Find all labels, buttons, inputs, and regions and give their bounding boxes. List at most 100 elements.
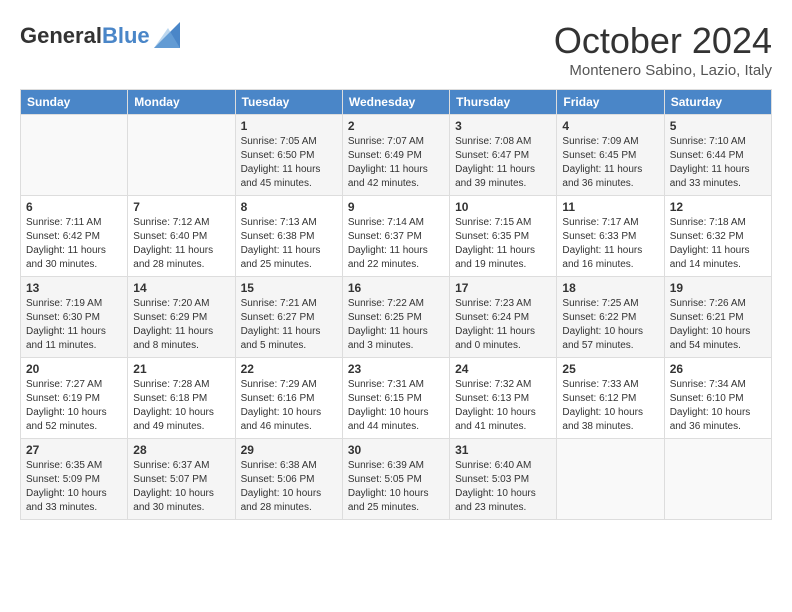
day-number: 14 — [133, 281, 229, 295]
table-row — [557, 439, 664, 520]
day-number: 25 — [562, 362, 658, 376]
table-row: 4 Sunrise: 7:09 AM Sunset: 6:45 PM Daylig… — [557, 115, 664, 196]
calendar-header-row: Sunday Monday Tuesday Wednesday Thursday… — [21, 90, 772, 115]
calendar-table: Sunday Monday Tuesday Wednesday Thursday… — [20, 89, 772, 520]
table-row: 29Sunrise: 6:38 AM Sunset: 5:06 PM Dayli… — [235, 439, 342, 520]
table-row: 8 Sunrise: 7:13 AM Sunset: 6:38 PM Daylig… — [235, 196, 342, 277]
day-number: 19 — [670, 281, 766, 295]
table-row: 15 Sunrise: 7:21 AM Sunset: 6:27 PM Dayli… — [235, 277, 342, 358]
page-header: GeneralBlue October 2024 Montenero Sabin… — [20, 20, 772, 79]
day-info: Sunrise: 7:29 AM Sunset: 6:16 PM Dayligh… — [241, 378, 337, 434]
day-info: Sunrise: 7:11 AM Sunset: 6:42 PM Dayligh… — [26, 216, 122, 272]
day-info: Sunrise: 7:31 AM Sunset: 6:15 PM Dayligh… — [348, 378, 444, 434]
day-number: 30 — [348, 443, 444, 457]
day-number: 1 — [241, 119, 337, 133]
title-block: October 2024 Montenero Sabino, Lazio, It… — [554, 20, 772, 79]
day-info: Sunrise: 7:15 AM Sunset: 6:35 PM Dayligh… — [455, 216, 551, 272]
table-row: 20 Sunrise: 7:27 AM Sunset: 6:19 PM Dayli… — [21, 358, 128, 439]
day-info: Sunrise: 7:05 AM Sunset: 6:50 PM Dayligh… — [241, 135, 337, 191]
table-row: 16Sunrise: 7:22 AM Sunset: 6:25 PM Dayli… — [342, 277, 449, 358]
day-number: 18 — [562, 281, 658, 295]
day-number: 28 — [133, 443, 229, 457]
day-info: Sunrise: 7:32 AM Sunset: 6:13 PM Dayligh… — [455, 378, 551, 434]
table-row: 9 Sunrise: 7:14 AM Sunset: 6:37 PM Daylig… — [342, 196, 449, 277]
month-title: October 2024 — [554, 20, 772, 62]
day-info: Sunrise: 7:17 AM Sunset: 6:33 PM Dayligh… — [562, 216, 658, 272]
table-row: 13 Sunrise: 7:19 AM Sunset: 6:30 PM Dayli… — [21, 277, 128, 358]
table-row: 28 Sunrise: 6:37 AM Sunset: 5:07 PM Dayli… — [128, 439, 235, 520]
day-info: Sunrise: 7:25 AM Sunset: 6:22 PM Dayligh… — [562, 297, 658, 353]
day-info: Sunrise: 7:27 AM Sunset: 6:19 PM Dayligh… — [26, 378, 122, 434]
day-number: 6 — [26, 200, 122, 214]
day-info: Sunrise: 7:10 AM Sunset: 6:44 PM Dayligh… — [670, 135, 766, 191]
logo-text: GeneralBlue — [20, 24, 150, 48]
table-row — [664, 439, 771, 520]
week-row-2: 6 Sunrise: 7:11 AM Sunset: 6:42 PM Daylig… — [21, 196, 772, 277]
day-number: 20 — [26, 362, 122, 376]
day-number: 9 — [348, 200, 444, 214]
table-row: 3Sunrise: 7:08 AM Sunset: 6:47 PM Daylig… — [450, 115, 557, 196]
table-row: 2 Sunrise: 7:07 AM Sunset: 6:49 PM Daylig… — [342, 115, 449, 196]
day-number: 3 — [455, 119, 551, 133]
week-row-3: 13 Sunrise: 7:19 AM Sunset: 6:30 PM Dayli… — [21, 277, 772, 358]
day-number: 5 — [670, 119, 766, 133]
week-row-1: 1 Sunrise: 7:05 AM Sunset: 6:50 PM Daylig… — [21, 115, 772, 196]
day-number: 22 — [241, 362, 337, 376]
day-info: Sunrise: 7:33 AM Sunset: 6:12 PM Dayligh… — [562, 378, 658, 434]
table-row: 23 Sunrise: 7:31 AM Sunset: 6:15 PM Dayli… — [342, 358, 449, 439]
day-info: Sunrise: 7:34 AM Sunset: 6:10 PM Dayligh… — [670, 378, 766, 434]
day-info: Sunrise: 7:12 AM Sunset: 6:40 PM Dayligh… — [133, 216, 229, 272]
day-info: Sunrise: 7:13 AM Sunset: 6:38 PM Dayligh… — [241, 216, 337, 272]
day-info: Sunrise: 7:14 AM Sunset: 6:37 PM Dayligh… — [348, 216, 444, 272]
day-number: 31 — [455, 443, 551, 457]
day-number: 24 — [455, 362, 551, 376]
table-row: 7Sunrise: 7:12 AM Sunset: 6:40 PM Daylig… — [128, 196, 235, 277]
day-info: Sunrise: 7:18 AM Sunset: 6:32 PM Dayligh… — [670, 216, 766, 272]
day-number: 27 — [26, 443, 122, 457]
week-row-4: 20 Sunrise: 7:27 AM Sunset: 6:19 PM Dayli… — [21, 358, 772, 439]
day-number: 2 — [348, 119, 444, 133]
day-number: 4 — [562, 119, 658, 133]
header-sunday: Sunday — [21, 90, 128, 115]
header-saturday: Saturday — [664, 90, 771, 115]
table-row: 22 Sunrise: 7:29 AM Sunset: 6:16 PM Dayli… — [235, 358, 342, 439]
day-info: Sunrise: 7:07 AM Sunset: 6:49 PM Dayligh… — [348, 135, 444, 191]
day-number: 12 — [670, 200, 766, 214]
day-info: Sunrise: 7:09 AM Sunset: 6:45 PM Dayligh… — [562, 135, 658, 191]
table-row — [21, 115, 128, 196]
day-number: 11 — [562, 200, 658, 214]
day-number: 13 — [26, 281, 122, 295]
table-row: 19 Sunrise: 7:26 AM Sunset: 6:21 PM Dayli… — [664, 277, 771, 358]
day-info: Sunrise: 6:37 AM Sunset: 5:07 PM Dayligh… — [133, 459, 229, 515]
day-number: 15 — [241, 281, 337, 295]
day-info: Sunrise: 7:19 AM Sunset: 6:30 PM Dayligh… — [26, 297, 122, 353]
day-number: 10 — [455, 200, 551, 214]
day-info: Sunrise: 7:22 AM Sunset: 6:25 PM Dayligh… — [348, 297, 444, 353]
location-subtitle: Montenero Sabino, Lazio, Italy — [554, 62, 772, 79]
table-row: 5 Sunrise: 7:10 AM Sunset: 6:44 PM Daylig… — [664, 115, 771, 196]
table-row: 30 Sunrise: 6:39 AM Sunset: 5:05 PM Dayli… — [342, 439, 449, 520]
day-info: Sunrise: 6:39 AM Sunset: 5:05 PM Dayligh… — [348, 459, 444, 515]
day-number: 26 — [670, 362, 766, 376]
table-row: 17Sunrise: 7:23 AM Sunset: 6:24 PM Dayli… — [450, 277, 557, 358]
header-thursday: Thursday — [450, 90, 557, 115]
header-wednesday: Wednesday — [342, 90, 449, 115]
table-row: 6 Sunrise: 7:11 AM Sunset: 6:42 PM Daylig… — [21, 196, 128, 277]
day-info: Sunrise: 7:23 AM Sunset: 6:24 PM Dayligh… — [455, 297, 551, 353]
day-info: Sunrise: 6:35 AM Sunset: 5:09 PM Dayligh… — [26, 459, 122, 515]
day-number: 21 — [133, 362, 229, 376]
table-row: 1 Sunrise: 7:05 AM Sunset: 6:50 PM Daylig… — [235, 115, 342, 196]
table-row: 11 Sunrise: 7:17 AM Sunset: 6:33 PM Dayli… — [557, 196, 664, 277]
day-number: 8 — [241, 200, 337, 214]
day-number: 23 — [348, 362, 444, 376]
logo: GeneralBlue — [20, 20, 180, 53]
header-tuesday: Tuesday — [235, 90, 342, 115]
table-row: 26 Sunrise: 7:34 AM Sunset: 6:10 PM Dayli… — [664, 358, 771, 439]
header-friday: Friday — [557, 90, 664, 115]
day-info: Sunrise: 7:26 AM Sunset: 6:21 PM Dayligh… — [670, 297, 766, 353]
table-row: 18 Sunrise: 7:25 AM Sunset: 6:22 PM Dayli… — [557, 277, 664, 358]
day-number: 29 — [241, 443, 337, 457]
day-info: Sunrise: 7:21 AM Sunset: 6:27 PM Dayligh… — [241, 297, 337, 353]
logo-icon — [154, 22, 180, 53]
table-row: 31Sunrise: 6:40 AM Sunset: 5:03 PM Dayli… — [450, 439, 557, 520]
